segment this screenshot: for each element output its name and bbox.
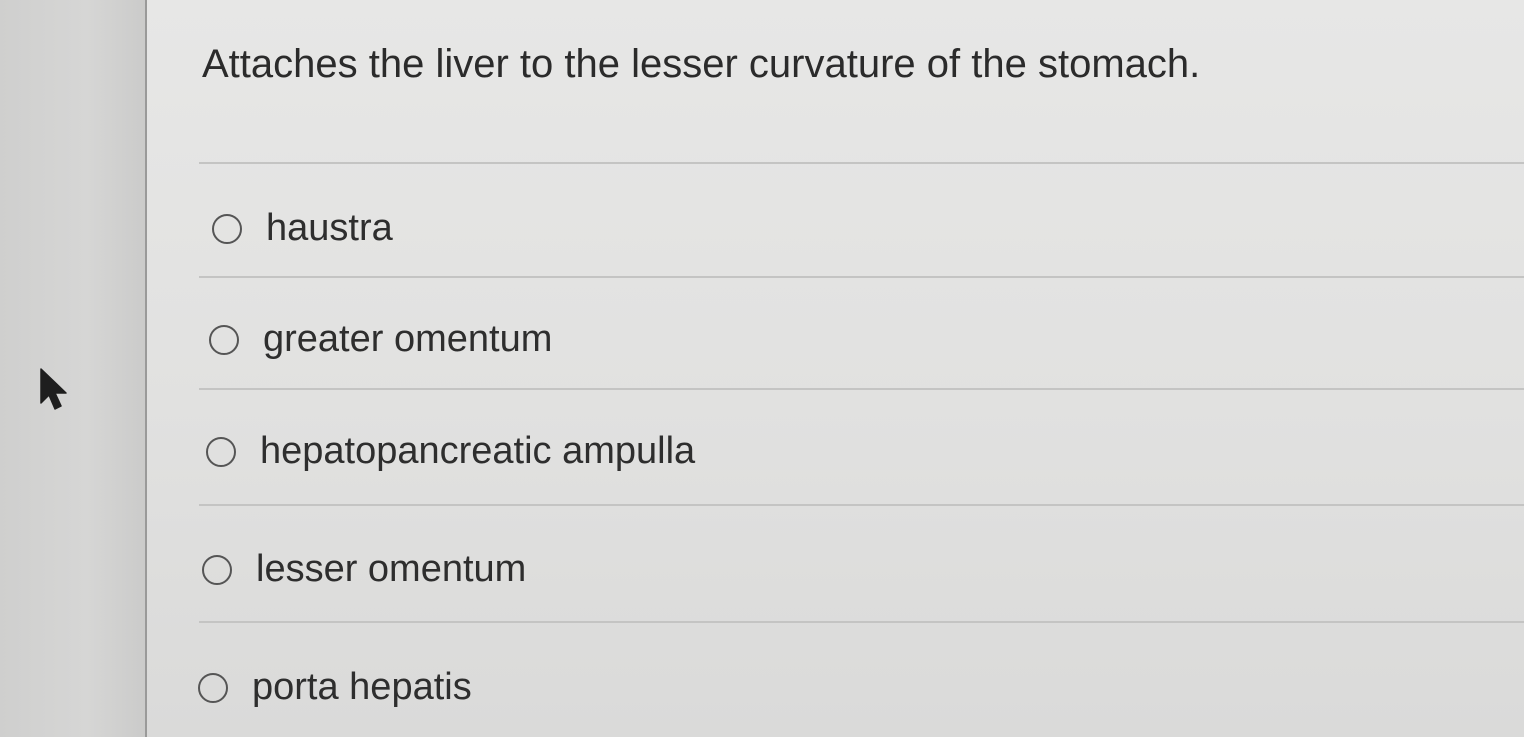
option-label: haustra (266, 207, 393, 249)
answer-option-hepatopancreatic-ampulla[interactable]: hepatopancreatic ampulla (206, 430, 695, 473)
left-gutter (0, 0, 145, 737)
question-panel: Attaches the liver to the lesser curvatu… (145, 0, 1524, 737)
divider (199, 621, 1524, 623)
radio-unchecked-icon[interactable] (206, 436, 236, 467)
answer-option-haustra[interactable]: haustra (212, 207, 393, 250)
option-label: hepatopancreatic ampulla (260, 430, 696, 472)
divider (199, 276, 1524, 278)
answer-option-greater-omentum[interactable]: greater omentum (209, 318, 552, 361)
radio-unchecked-icon[interactable] (202, 554, 232, 585)
divider (199, 504, 1524, 506)
radio-unchecked-icon[interactable] (209, 324, 239, 355)
mouse-pointer-icon (38, 367, 72, 418)
question-text: Attaches the liver to the lesser curvatu… (202, 42, 1201, 86)
option-label: porta hepatis (252, 666, 472, 708)
divider (199, 162, 1524, 164)
radio-unchecked-icon[interactable] (198, 672, 228, 703)
option-label: greater omentum (263, 318, 553, 360)
answer-option-lesser-omentum[interactable]: lesser omentum (202, 548, 526, 591)
option-label: lesser omentum (256, 548, 527, 590)
divider (199, 388, 1524, 390)
radio-unchecked-icon[interactable] (212, 213, 242, 244)
answer-option-porta-hepatis[interactable]: porta hepatis (198, 666, 472, 709)
